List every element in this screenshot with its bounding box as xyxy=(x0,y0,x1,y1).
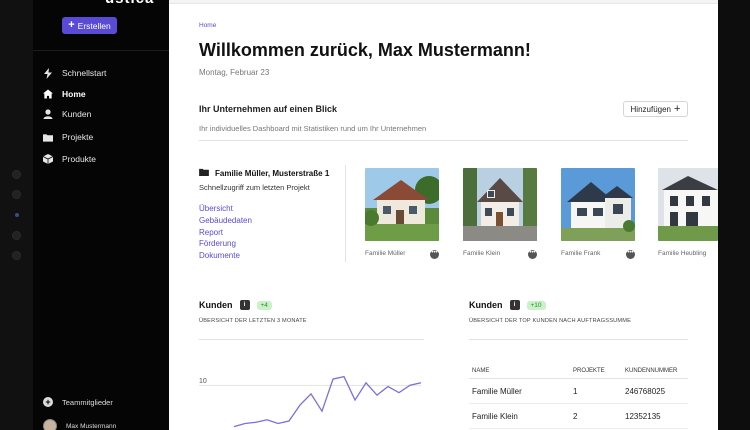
section-divider xyxy=(199,140,688,141)
add-button-label: Hinzufügen xyxy=(630,104,672,114)
breadcrumb[interactable]: Home xyxy=(199,22,216,29)
project-image-mueller[interactable] xyxy=(365,168,439,241)
table-row[interactable]: Familie Klein 2 12352135 xyxy=(469,404,688,429)
box-icon xyxy=(43,154,53,164)
last-project-title: Familie Müller, Musterstraße 1 xyxy=(199,168,329,178)
project-link-dokumente[interactable]: Dokumente xyxy=(199,251,240,260)
table-cell: 246768025 xyxy=(625,386,666,396)
table-cell: 2 xyxy=(573,411,578,421)
plus-icon: + xyxy=(68,19,75,31)
customers-chart-title: Kunden i +4 xyxy=(199,300,272,310)
project-label: Familie Heubling xyxy=(658,250,707,257)
column-header-name[interactable]: NAME xyxy=(469,368,573,374)
overview-title: Ihr Unternehmen auf einen Blick xyxy=(199,104,338,114)
customers-chart-subtitle: ÜBERSICHT DER LETZTEN 3 MONATE xyxy=(199,318,307,324)
add-button[interactable]: Hinzufügen + xyxy=(623,101,688,117)
project-image-heubling[interactable] xyxy=(658,168,718,241)
series-line xyxy=(233,375,422,428)
table-cell: Familie Müller xyxy=(472,386,522,396)
create-button-label: Erstellen xyxy=(77,20,111,31)
team-members-label: Teammitglieder xyxy=(62,397,113,407)
camera-dot xyxy=(12,231,21,240)
customers-table-subtitle: ÜBERSICHT DER TOP KUNDEN NACH AUFTRAGSSU… xyxy=(469,318,632,324)
column-header-projekte[interactable]: PROJEKTE xyxy=(573,368,625,374)
top-bar xyxy=(169,0,718,4)
sensor-dot xyxy=(15,213,19,217)
sidebar-item-schnellstart[interactable]: Schnellstart xyxy=(43,65,106,81)
camera-dot xyxy=(12,190,21,199)
status-badge: +4 xyxy=(256,300,272,310)
more-icon[interactable]: ••• xyxy=(528,250,537,259)
table-row[interactable]: Familie Müller 1 246768025 xyxy=(469,379,688,404)
sidebar-item-label: Produkte xyxy=(62,154,97,164)
sidebar-divider xyxy=(33,50,169,51)
sidebar-item-projekte[interactable]: Projekte xyxy=(43,129,93,145)
customers-chart-title-text: Kunden xyxy=(199,300,233,310)
sidebar-item-produkte[interactable]: Produkte xyxy=(43,151,96,167)
avatar xyxy=(43,419,57,430)
sidebar-item-label: Projekte xyxy=(62,132,94,142)
column-header-kundennummer[interactable]: KUNDENNUMMER xyxy=(625,368,688,374)
status-badge: +10 xyxy=(526,300,546,310)
project-label: Familie Frank xyxy=(561,250,601,257)
overview-subtitle: Ihr individuelles Dashboard mit Statisti… xyxy=(199,124,427,133)
user-icon xyxy=(43,109,53,119)
home-icon xyxy=(43,89,53,99)
plus-icon: + xyxy=(674,102,681,115)
last-project-title-text: Familie Müller, Musterstraße 1 xyxy=(215,168,330,178)
table-cell: Familie Klein xyxy=(472,411,518,421)
user-name: Max Mustermann xyxy=(66,422,117,430)
camera-dot xyxy=(12,170,21,179)
folder-icon xyxy=(199,168,209,178)
y-tick-label: 10 xyxy=(199,378,207,385)
create-button[interactable]: + Erstellen xyxy=(62,17,117,34)
sidebar-item-label: Kunden xyxy=(62,109,92,119)
user-profile[interactable]: Max Mustermann xyxy=(43,419,116,430)
info-icon[interactable]: i xyxy=(509,300,520,310)
current-date: Montag, Februar 23 xyxy=(199,68,270,77)
project-label: Familie Müller xyxy=(365,250,406,257)
table-cell: 1 xyxy=(573,386,578,396)
main-content: Home Willkommen zurück, Max Mustermann! … xyxy=(169,0,718,430)
device-bezel-right xyxy=(718,0,750,430)
customers-table-title: Kunden i +10 xyxy=(469,300,546,310)
customers-table-title-text: Kunden xyxy=(469,300,503,310)
sidebar-item-home[interactable]: Home xyxy=(43,86,86,102)
customers-line-chart: 10 xyxy=(199,375,422,428)
add-circle-icon: + xyxy=(43,397,53,407)
project-image-klein[interactable] xyxy=(463,168,537,241)
project-link-uebersicht[interactable]: Übersicht xyxy=(199,204,233,213)
card-divider xyxy=(469,339,688,340)
card-divider xyxy=(199,339,424,340)
device-bezel xyxy=(0,0,33,430)
last-project-subtitle: Schnellzugriff zum letzten Projekt xyxy=(199,183,310,192)
project-link-report[interactable]: Report xyxy=(199,228,223,237)
app-logo: ustica xyxy=(105,0,154,7)
folder-icon xyxy=(43,132,53,142)
sidebar: ustica + Erstellen Schnellstart Home Kun… xyxy=(33,0,169,430)
project-label: Familie Klein xyxy=(463,250,501,257)
info-icon[interactable]: i xyxy=(239,300,250,310)
sidebar-item-label: Home xyxy=(62,89,86,99)
camera-dot xyxy=(12,251,21,260)
table-cell: 12352135 xyxy=(625,411,661,421)
table-header: NAME PROJEKTE KUNDENNUMMER xyxy=(469,363,688,379)
sidebar-item-kunden[interactable]: Kunden xyxy=(43,106,91,122)
team-members-button[interactable]: + Teammitglieder xyxy=(43,397,113,407)
sidebar-item-label: Schnellstart xyxy=(62,68,107,78)
project-image-frank[interactable] xyxy=(561,168,635,241)
customers-table: NAME PROJEKTE KUNDENNUMMER Familie Mülle… xyxy=(469,363,688,429)
more-icon[interactable]: ••• xyxy=(430,250,439,259)
project-link-gebaeudedaten[interactable]: Gebäudedaten xyxy=(199,216,252,225)
bolt-icon xyxy=(43,67,53,79)
vertical-divider xyxy=(345,165,346,262)
page-title: Willkommen zurück, Max Mustermann! xyxy=(199,40,531,60)
more-icon[interactable]: ••• xyxy=(626,250,635,259)
project-link-foerderung[interactable]: Förderung xyxy=(199,239,236,248)
